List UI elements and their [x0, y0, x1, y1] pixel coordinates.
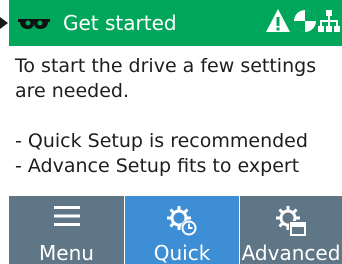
header-title: Get started [63, 11, 177, 35]
network-icon [318, 10, 340, 32]
glasses-icon [18, 19, 50, 29]
quick-label: Quick [153, 241, 211, 264]
menu-button[interactable]: Menu [9, 196, 124, 264]
bottom-nav: Menu Quick Advanced [9, 196, 342, 264]
message-body: To start the drive a few settings are ne… [15, 54, 335, 179]
quick-setup-button[interactable]: Quick [125, 196, 239, 264]
quick-setup-note: - Quick Setup is recommended [15, 130, 308, 152]
gear-window-icon [276, 206, 307, 237]
maintenance-icon [294, 10, 316, 32]
warning-icon [266, 9, 290, 32]
header-bar: Get started [9, 0, 342, 46]
hamburger-icon [53, 206, 80, 226]
advanced-setup-note: - Advance Setup fits to expert [15, 155, 300, 177]
advanced-label: Advanced [241, 241, 341, 264]
drive-panel-screen: Get started To start the drive a few set… [9, 0, 342, 264]
gear-clock-icon [167, 206, 197, 236]
menu-label: Menu [39, 241, 94, 264]
advanced-setup-button[interactable]: Advanced [240, 196, 342, 264]
intro-text: To start the drive a few settings are ne… [15, 55, 317, 102]
